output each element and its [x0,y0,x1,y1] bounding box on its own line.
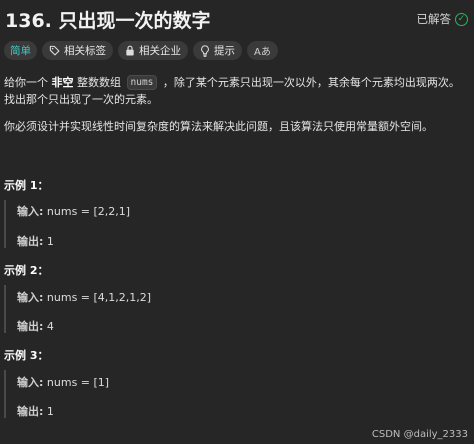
input-label: 输入: [17,291,44,304]
check-circle-icon: ✓ [455,12,468,26]
output-label: 输出: [17,235,44,248]
inline-code: nums [126,75,158,90]
font-size-icon: Aあ [254,47,271,58]
hint-button[interactable]: 提示 [193,41,242,60]
hint-label: 提示 [214,45,235,57]
input-value: nums = [4,1,2,1,2] [46,291,152,304]
output-label: 输出: [17,320,44,333]
output-value: 1 [46,235,54,248]
related-tags-button[interactable]: 相关标签 [42,41,113,60]
problem-title: 136. 只出现一次的数字 [5,10,211,32]
description-text: 整数数组 [77,76,121,89]
tag-icon [49,45,60,56]
output-value: 4 [46,320,54,333]
input-label: 输入: [17,205,44,218]
example-block [4,200,11,248]
related-tags-label: 相关标签 [64,45,106,57]
description-text: 给你一个 [4,76,48,89]
tag-bar: 简单 相关标签 相关企业 提示 Aあ [4,41,278,60]
example-title: 示例 1： [4,179,49,192]
description-paragraph-2: 你必须设计并实现线性时间复杂度的算法来解决此问题，且该算法只使用常量额外空间。 [4,120,433,133]
description-paragraph-1: 给你一个 非空 整数数组 nums ，除了某个元素只出现一次以外，其余每个元素均… [4,74,466,108]
description-bold-text: 非空 [51,76,74,89]
example-input: 输入: nums = [1] [17,374,109,390]
output-label: 输出: [17,405,44,418]
solved-status[interactable]: 已解答 ✓ [416,11,468,27]
input-value: nums = [2,2,1] [46,205,131,218]
solved-status-label: 已解答 [416,12,452,26]
input-value: nums = [1] [46,376,110,389]
example-output: 输出: 1 [17,403,54,419]
related-companies-button[interactable]: 相关企业 [118,41,188,60]
example-output: 输出: 1 [17,233,54,249]
example-block [4,370,11,418]
example-block [4,285,11,333]
example-input: 输入: nums = [2,2,1] [17,203,130,219]
watermark: CSDN @daily_2333 [371,429,468,440]
lightbulb-icon [201,44,209,57]
example-input: 输入: nums = [4,1,2,1,2] [17,289,151,305]
lock-icon [126,45,134,56]
example-output: 输出: 4 [17,318,54,334]
difficulty-label: 简单 [10,45,31,57]
example-title: 示例 2： [4,264,49,277]
font-size-button[interactable]: Aあ [247,41,278,60]
example-title: 示例 3： [4,349,49,362]
related-companies-label: 相关企业 [139,45,181,57]
output-value: 1 [46,405,54,418]
difficulty-badge: 简单 [4,41,37,60]
input-label: 输入: [17,376,44,389]
